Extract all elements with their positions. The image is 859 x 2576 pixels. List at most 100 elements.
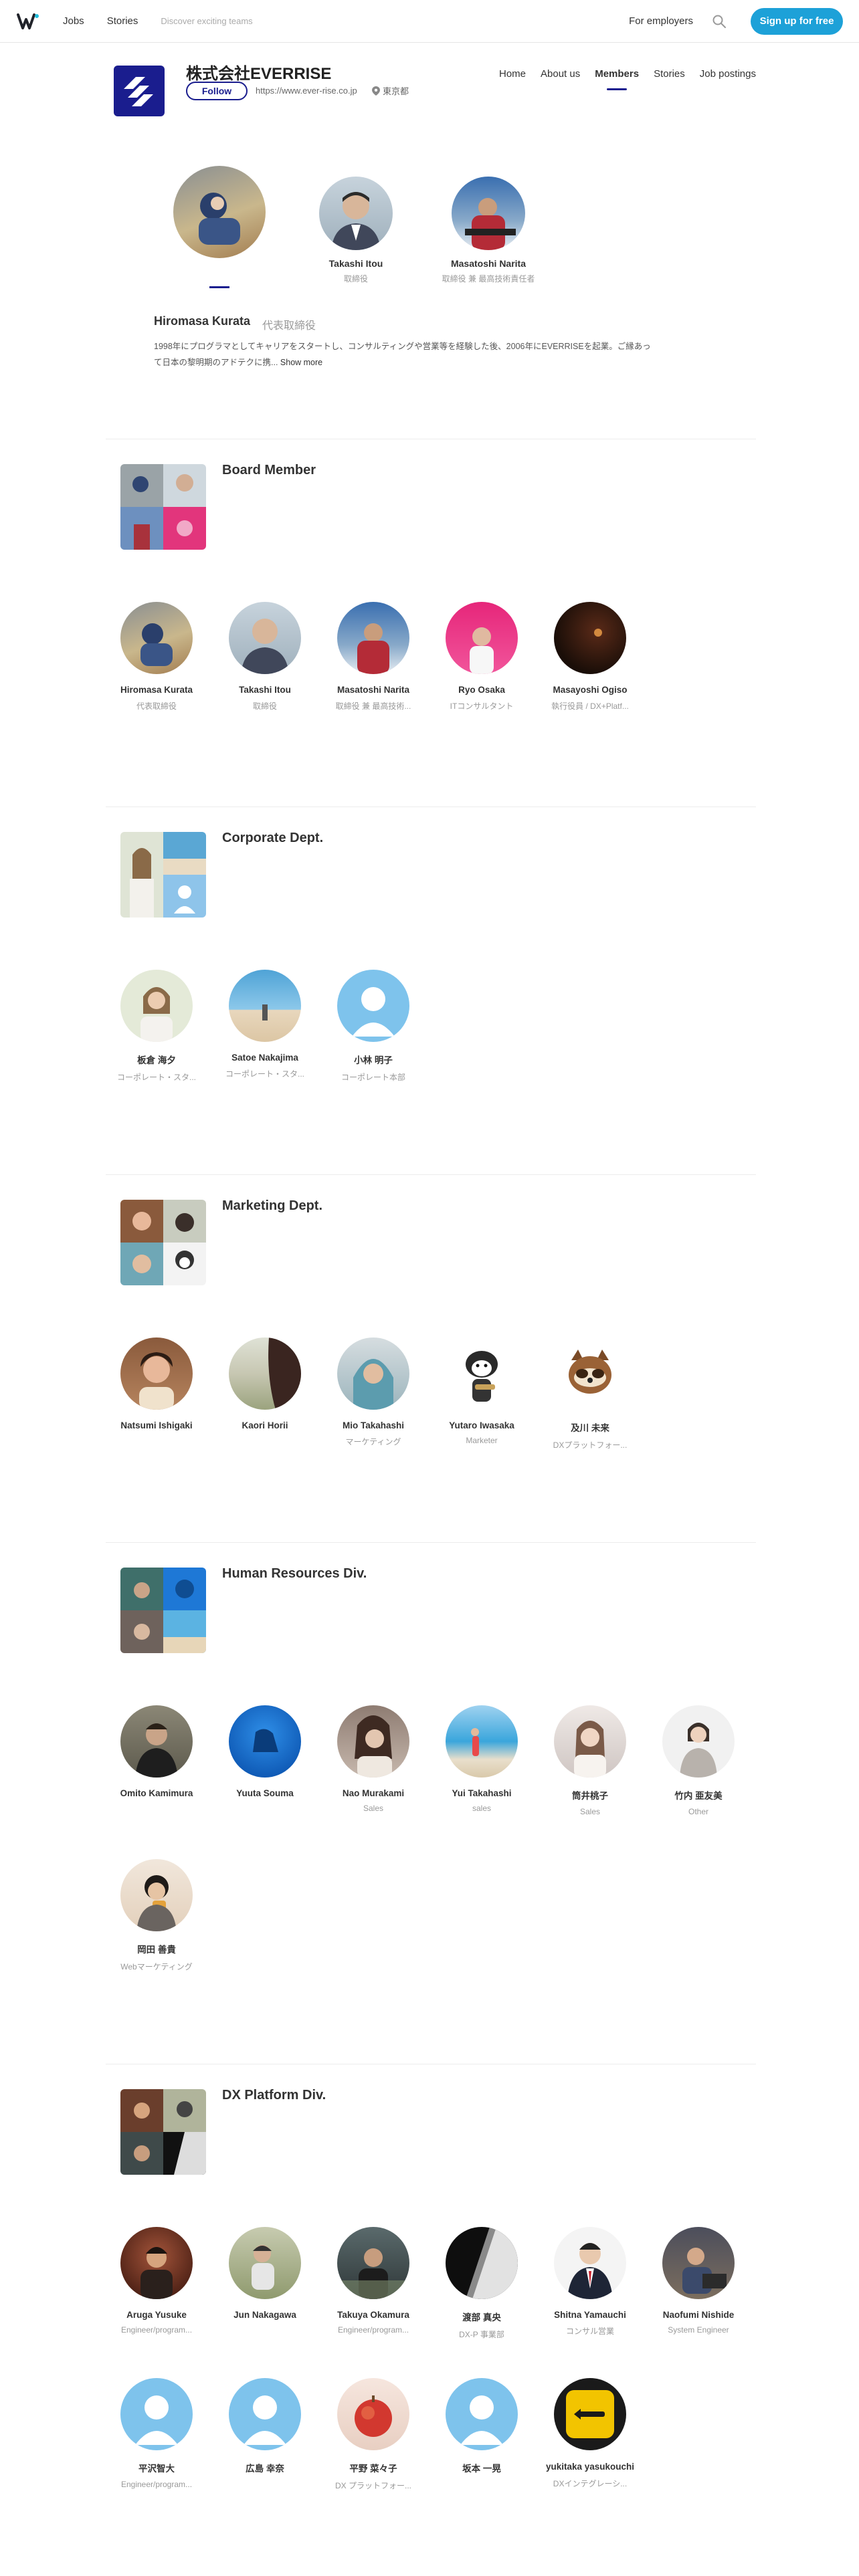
member-card[interactable]: Jun Nakagawa: [215, 2227, 315, 2325]
member-role: Engineer/program...: [120, 2325, 193, 2335]
member-role: マーケティング: [345, 1437, 401, 1446]
group-thumbnail[interactable]: [120, 832, 206, 918]
avatar: [120, 1859, 193, 1931]
member-card[interactable]: yukitaka yasukouchi DXインテグレーシ...: [540, 2378, 640, 2489]
avatar: [446, 2227, 518, 2299]
member-card[interactable]: Hiromasa Kurata 代表取締役: [106, 602, 207, 712]
company-url[interactable]: https://www.ever-rise.co.jp: [256, 86, 357, 96]
member-card[interactable]: Masatoshi Narita 取締役 兼 最高技術...: [323, 602, 423, 712]
member-card[interactable]: Yuuta Souma: [215, 1705, 315, 1804]
avatar: [337, 2378, 409, 2450]
member-card[interactable]: Takashi Itou 取締役: [215, 602, 315, 712]
member-card[interactable]: Kaori Horii: [215, 1337, 315, 1436]
member-card[interactable]: Shitna Yamauchi コンサル営業: [540, 2227, 640, 2337]
member-card[interactable]: Naofumi Nishide System Engineer: [648, 2227, 749, 2335]
member-role: 執行役員 / DX+Platf...: [551, 702, 629, 711]
group-title: DX Platform Div.: [222, 2088, 326, 2103]
avatar: [446, 602, 518, 674]
avatar: [120, 602, 193, 674]
member-name: 平野 菜々子: [349, 2464, 397, 2474]
member-role: ITコンサルタント: [450, 702, 514, 711]
member-role: System Engineer: [668, 2325, 729, 2335]
member-card[interactable]: Aruga Yusuke Engineer/program...: [106, 2227, 207, 2335]
member-name: Naofumi Nishide: [662, 2310, 735, 2320]
tab-home[interactable]: Home: [499, 68, 526, 86]
member-card[interactable]: Mio Takahashi マーケティング: [323, 1337, 423, 1447]
member-card[interactable]: Yui Takahashi sales: [432, 1705, 532, 1813]
group-thumbnail[interactable]: [120, 464, 206, 550]
member-card[interactable]: 坂本 一晃: [432, 2378, 532, 2480]
sign-up-button[interactable]: Sign up for free: [751, 7, 843, 35]
member-card[interactable]: Masayoshi Ogiso 執行役員 / DX+Platf...: [540, 602, 640, 712]
nav-stories[interactable]: Stories: [107, 15, 138, 27]
member-card[interactable]: 平沢智大 Engineer/program...: [106, 2378, 207, 2489]
member-card[interactable]: Omito Kamimura: [106, 1705, 207, 1804]
avatar: [662, 2227, 735, 2299]
featured-member[interactable]: Takashi Itou 取締役: [309, 177, 403, 284]
member-card[interactable]: Nao Murakami Sales: [323, 1705, 423, 1813]
group-title: Board Member: [222, 463, 316, 477]
member-card[interactable]: 筒井桃子 Sales: [540, 1705, 640, 1816]
default-avatar-icon: [446, 2378, 518, 2450]
member-name: Jun Nakagawa: [233, 2310, 296, 2320]
tab-about-us[interactable]: About us: [541, 68, 580, 86]
member-name: Satoe Nakajima: [231, 1053, 298, 1063]
member-name: Mio Takahashi: [342, 1420, 405, 1430]
member-role: 取締役 兼 最高技術責任者: [442, 274, 535, 284]
member-name: Takuya Okamura: [337, 2310, 409, 2320]
follow-button[interactable]: Follow: [186, 82, 248, 100]
member-name: 坂本 一晃: [462, 2464, 501, 2474]
member-card[interactable]: 小林 明子 コーポレート本部: [323, 970, 423, 1083]
member-card[interactable]: Yutaro Iwasaka Marketer: [432, 1337, 532, 1445]
member-card[interactable]: Natsumi Ishigaki: [106, 1337, 207, 1436]
member-name: 筒井桃子: [572, 1791, 608, 1801]
member-role: Sales: [579, 1807, 601, 1816]
tab-members[interactable]: Members: [595, 68, 639, 86]
member-card[interactable]: 竹内 亜友美 Other: [648, 1705, 749, 1816]
member-role: Engineer/program...: [337, 2325, 409, 2335]
featured-member[interactable]: Masatoshi Narita 取締役 兼 最高技術責任者: [435, 177, 542, 284]
avatar: [120, 1337, 193, 1410]
for-employers-link[interactable]: For employers: [629, 15, 693, 27]
show-more-link[interactable]: Show more: [280, 358, 322, 367]
member-role: Marketer: [466, 1436, 498, 1445]
avatar: [662, 1705, 735, 1778]
group-title: Human Resources Div.: [222, 1566, 367, 1581]
member-card[interactable]: 岡田 善貴 Webマーケティング: [106, 1859, 207, 1972]
company-logo[interactable]: [114, 66, 165, 116]
member-card[interactable]: 渡部 真央 DX-P 事業部: [432, 2227, 532, 2340]
member-card[interactable]: Takuya Okamura Engineer/program...: [323, 2227, 423, 2335]
member-name: Shitna Yamauchi: [554, 2310, 626, 2320]
member-card[interactable]: 板倉 海夕 コーポレート・スタ...: [106, 970, 207, 1083]
member-role: Other: [688, 1807, 708, 1816]
member-card[interactable]: 広島 幸奈: [215, 2378, 315, 2480]
member-name: Ryo Osaka: [458, 685, 505, 695]
member-name: Takashi Itou: [328, 258, 383, 269]
group-thumbnail[interactable]: [120, 1200, 206, 1285]
member-name: Hiromasa Kurata: [120, 685, 193, 695]
wantedly-logo-icon[interactable]: [16, 9, 40, 33]
group-thumbnail[interactable]: [120, 1568, 206, 1653]
member-card[interactable]: Satoe Nakajima コーポレート・スタ...: [215, 970, 315, 1079]
avatar: [120, 1705, 193, 1778]
group-thumbnail[interactable]: [120, 2089, 206, 2175]
avatar: [337, 2227, 409, 2299]
member-name: Natsumi Ishigaki: [120, 1420, 193, 1430]
member-name: 小林 明子: [354, 1055, 393, 1065]
search-icon[interactable]: [712, 14, 727, 29]
featured-member[interactable]: [173, 166, 266, 258]
member-role: DX-P 事業部: [459, 2330, 504, 2339]
nav-jobs[interactable]: Jobs: [63, 15, 84, 27]
profile-role: 代表取締役: [262, 320, 316, 332]
member-name: yukitaka yasukouchi: [545, 2462, 635, 2472]
member-card[interactable]: 及川 未来 DXプラットフォー...: [540, 1337, 640, 1451]
member-role: DXインテグレーシ...: [553, 2479, 628, 2488]
member-role: コンサル営業: [565, 2327, 614, 2336]
tab-job-postings[interactable]: Job postings: [700, 68, 756, 86]
member-name: 岡田 善貴: [137, 1945, 176, 1955]
member-card[interactable]: Ryo Osaka ITコンサルタント: [432, 602, 532, 712]
tab-stories[interactable]: Stories: [654, 68, 685, 86]
member-card[interactable]: 平野 菜々子 DX プラットフォー...: [323, 2378, 423, 2491]
company-tabs: Home About us Members Stories Job postin…: [484, 68, 756, 86]
member-role: 代表取締役: [136, 702, 177, 711]
